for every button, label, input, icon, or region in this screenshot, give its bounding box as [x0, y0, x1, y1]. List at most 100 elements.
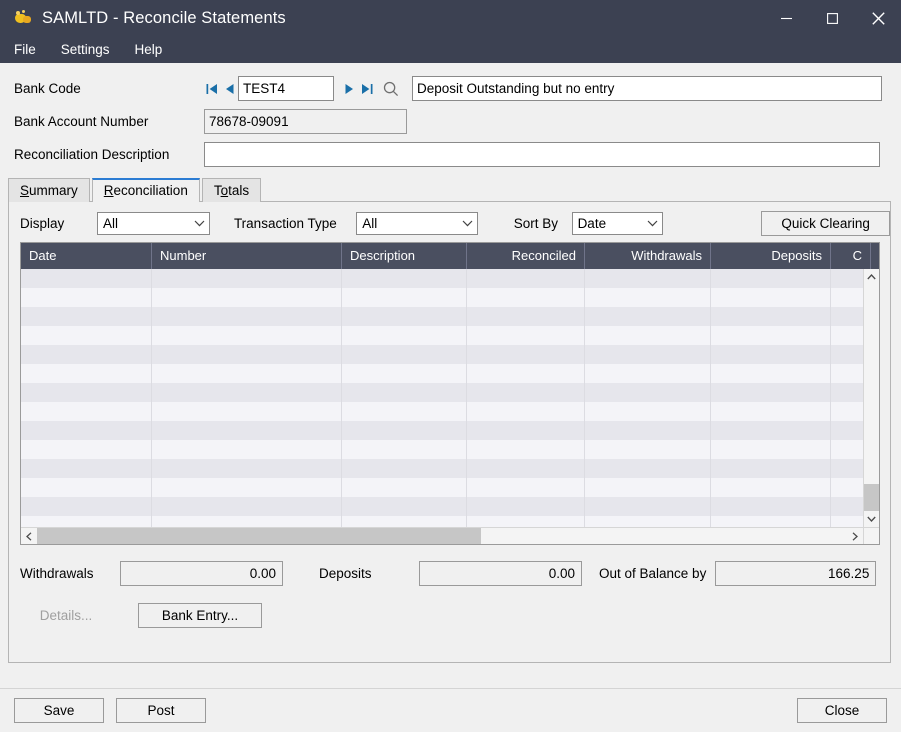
- close-footer-button[interactable]: Close: [797, 698, 887, 723]
- table-cell: [585, 478, 711, 497]
- details-button: Details...: [20, 603, 112, 628]
- scroll-down-icon[interactable]: [864, 511, 879, 527]
- table-cell: [585, 459, 711, 478]
- table-cell: [21, 307, 152, 326]
- table-cell: [21, 497, 152, 516]
- next-record-icon[interactable]: [341, 78, 358, 100]
- table-cell: [831, 364, 863, 383]
- table-row[interactable]: [21, 421, 863, 440]
- grid-column-header[interactable]: Number: [152, 243, 342, 269]
- table-cell: [711, 326, 831, 345]
- display-select[interactable]: All: [97, 211, 210, 235]
- deposits-total-label: Deposits: [319, 566, 372, 581]
- scroll-right-icon[interactable]: [847, 528, 863, 544]
- bank-code-row: Bank Code: [0, 75, 901, 102]
- minimize-button[interactable]: [763, 0, 809, 36]
- table-cell: [467, 459, 585, 478]
- table-row[interactable]: [21, 307, 863, 326]
- table-row[interactable]: [21, 364, 863, 383]
- table-row[interactable]: [21, 478, 863, 497]
- tab-totals[interactable]: Totals: [201, 178, 262, 202]
- menu-help[interactable]: Help: [135, 39, 176, 60]
- header-fields: Bank Code TEST4 Deposit Outstanding but …: [0, 63, 901, 168]
- bank-entry-button[interactable]: Bank Entry...: [138, 603, 262, 628]
- table-row[interactable]: [21, 288, 863, 307]
- table-cell: [152, 364, 342, 383]
- scroll-up-icon[interactable]: [864, 269, 879, 285]
- scrollbar-corner: [863, 527, 879, 544]
- table-cell: [711, 383, 831, 402]
- table-cell: [152, 269, 342, 288]
- table-cell: [342, 345, 467, 364]
- table-cell: [467, 345, 585, 364]
- close-button[interactable]: [855, 0, 901, 36]
- menu-bar: File Settings Help: [0, 36, 901, 63]
- vertical-scrollbar[interactable]: [863, 269, 879, 532]
- table-row[interactable]: [21, 516, 863, 527]
- table-cell: [342, 269, 467, 288]
- horizontal-scrollbar[interactable]: [21, 527, 863, 544]
- first-record-icon[interactable]: [204, 78, 221, 100]
- bank-code-description-input[interactable]: [412, 76, 882, 101]
- table-cell: [21, 383, 152, 402]
- magnifier-icon[interactable]: [379, 78, 403, 100]
- post-button[interactable]: Post: [116, 698, 206, 723]
- horizontal-scrollbar-thumb[interactable]: [37, 528, 481, 544]
- table-cell: [342, 364, 467, 383]
- table-cell: [831, 478, 863, 497]
- previous-record-icon[interactable]: [221, 78, 238, 100]
- table-cell: [711, 402, 831, 421]
- table-cell: [585, 497, 711, 516]
- table-cell: [831, 383, 863, 402]
- menu-file[interactable]: File: [14, 39, 49, 60]
- grid-column-header[interactable]: Description: [342, 243, 467, 269]
- table-cell: [585, 402, 711, 421]
- table-row[interactable]: [21, 459, 863, 478]
- last-record-icon[interactable]: [358, 78, 375, 100]
- table-cell: [831, 326, 863, 345]
- transaction-type-select[interactable]: All: [356, 211, 478, 235]
- table-cell: [467, 288, 585, 307]
- grid-column-header[interactable]: Reconciled: [467, 243, 585, 269]
- sort-by-select[interactable]: Date: [571, 211, 664, 235]
- grid-column-header[interactable]: C: [831, 243, 871, 269]
- grid-body[interactable]: [21, 269, 863, 527]
- maximize-button[interactable]: [809, 0, 855, 36]
- table-row[interactable]: [21, 402, 863, 421]
- table-cell: [342, 516, 467, 527]
- save-button[interactable]: Save: [14, 698, 104, 723]
- window-title: SAMLTD - Reconcile Statements: [42, 8, 286, 27]
- tab-summary[interactable]: Summary: [8, 178, 90, 202]
- grid-column-header[interactable]: Withdrawals: [585, 243, 711, 269]
- reconciliation-description-input[interactable]: [204, 142, 880, 167]
- tab-reconciliation[interactable]: Reconciliation: [91, 178, 200, 202]
- table-cell: [467, 478, 585, 497]
- tab-reconciliation-label: econciliation: [113, 183, 188, 198]
- table-row[interactable]: [21, 345, 863, 364]
- out-of-balance-label: Out of Balance by: [599, 566, 707, 581]
- bank-code-input[interactable]: [238, 76, 334, 101]
- table-row[interactable]: [21, 383, 863, 402]
- tab-summary-label: ummary: [29, 183, 78, 198]
- grid-column-header[interactable]: Date: [21, 243, 152, 269]
- withdrawals-total-label: Withdrawals: [20, 566, 94, 581]
- table-cell: [831, 402, 863, 421]
- table-row[interactable]: [21, 326, 863, 345]
- table-cell: [342, 440, 467, 459]
- table-cell: [585, 326, 711, 345]
- table-cell: [711, 516, 831, 527]
- table-cell: [342, 383, 467, 402]
- table-cell: [342, 307, 467, 326]
- table-row[interactable]: [21, 440, 863, 459]
- quick-clearing-button[interactable]: Quick Clearing: [761, 210, 891, 236]
- table-cell: [342, 288, 467, 307]
- table-cell: [831, 269, 863, 288]
- table-cell: [342, 478, 467, 497]
- tab-reconciliation-accel: R: [103, 183, 114, 198]
- table-row[interactable]: [21, 269, 863, 288]
- grid-column-header[interactable]: Deposits: [711, 243, 831, 269]
- window-controls: [763, 0, 901, 36]
- menu-settings[interactable]: Settings: [61, 39, 123, 60]
- table-row[interactable]: [21, 497, 863, 516]
- scroll-left-icon[interactable]: [21, 528, 37, 544]
